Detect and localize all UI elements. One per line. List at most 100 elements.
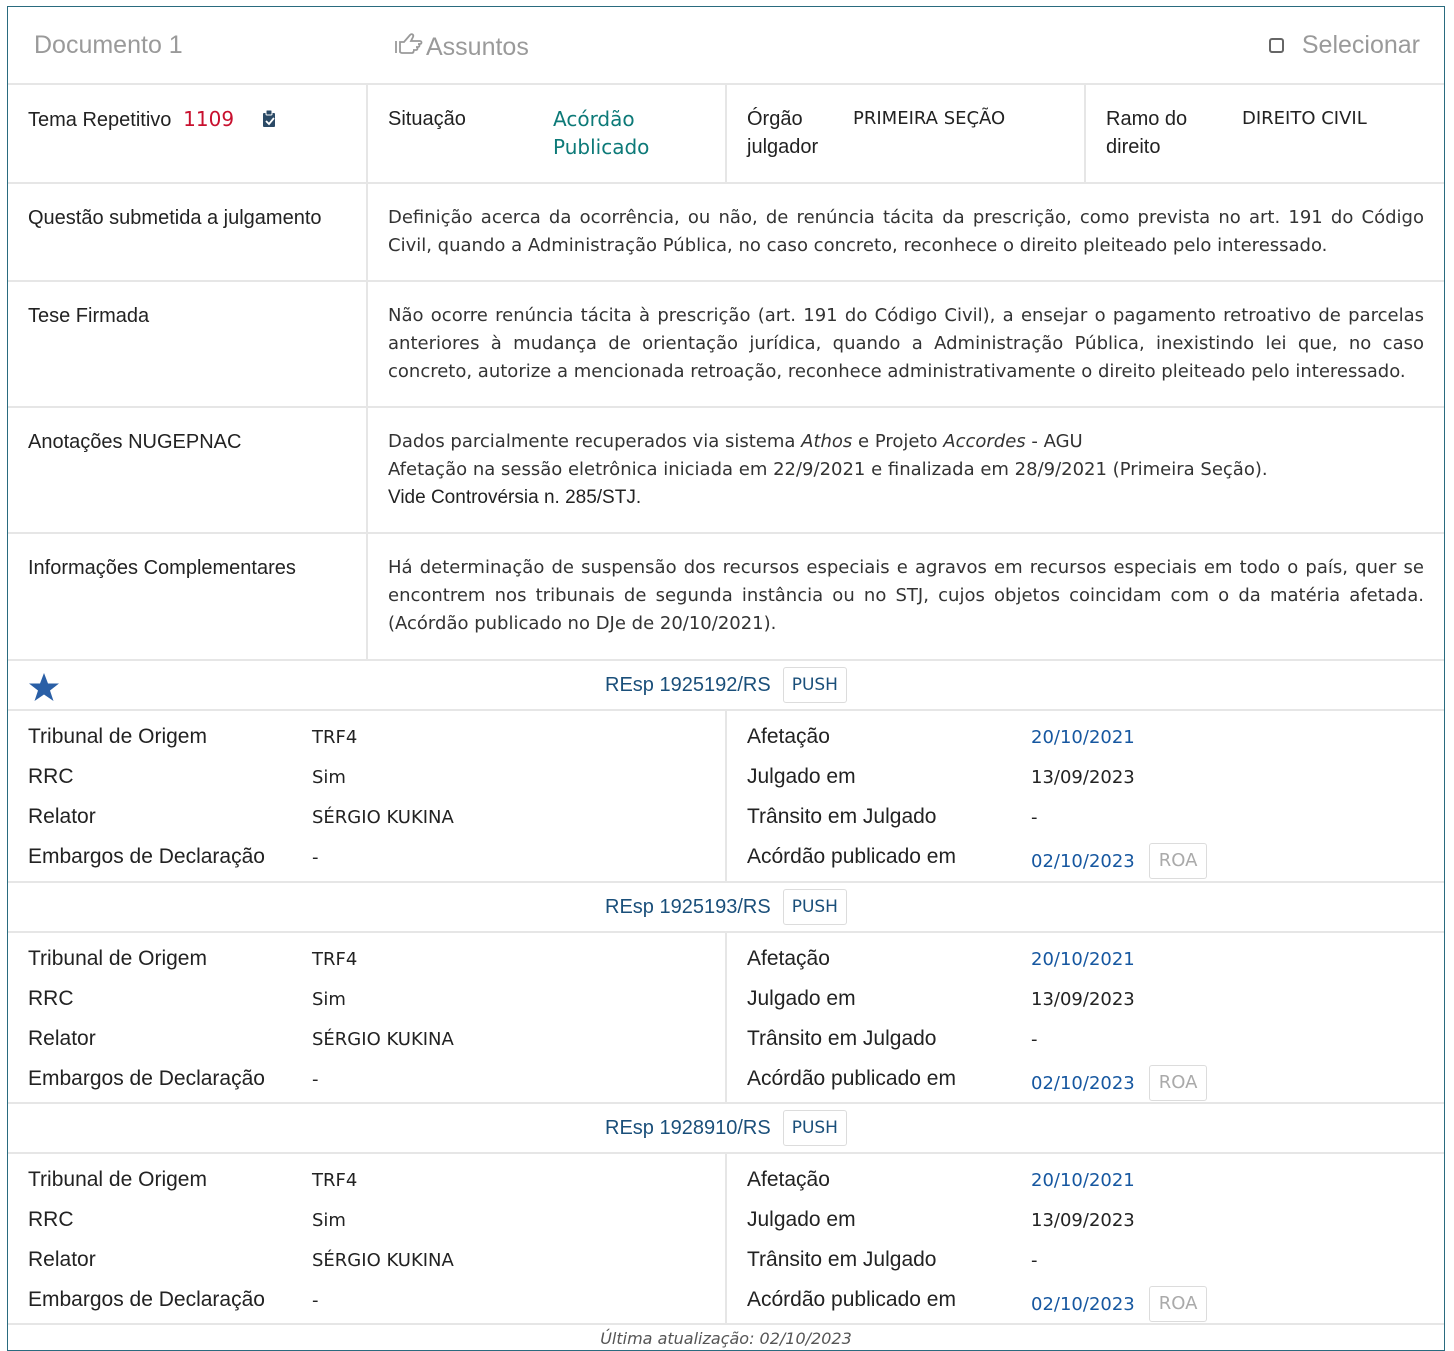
process-right-col: Afetação 20/10/2021 Julgado em 13/09/2023 … bbox=[727, 1154, 1444, 1323]
select-toggle[interactable]: Selecionar bbox=[1268, 31, 1420, 60]
questao-label: Questão submetida a julgamento bbox=[28, 207, 322, 229]
transito-value: - bbox=[1031, 1249, 1038, 1271]
rrc-value: Sim bbox=[312, 988, 346, 1010]
ramo-label-line1: Ramo do bbox=[1106, 108, 1188, 130]
tese-label: Tese Firmada bbox=[28, 305, 150, 327]
roa-button[interactable]: ROA bbox=[1148, 1286, 1208, 1322]
tribunal-value: TRF4 bbox=[312, 726, 358, 748]
hand-pointer-icon bbox=[394, 31, 424, 64]
tema-number: 1109 bbox=[183, 107, 235, 131]
questao-text: Definição acerca da ocorrência, ou não, … bbox=[388, 207, 1424, 256]
acordao-row: Acórdão publicado em 02/10/2023 ROA bbox=[747, 1059, 1424, 1101]
anotacoes-line1-post: - AGU bbox=[1025, 431, 1083, 452]
orgao-label: Órgão julgador bbox=[747, 105, 853, 182]
julgado-value: 13/09/2023 bbox=[1031, 988, 1135, 1010]
orgao-label-line1: Órgão bbox=[747, 108, 803, 130]
anotacoes-label: Anotações NUGEPNAC bbox=[28, 431, 242, 453]
select-checkbox[interactable] bbox=[1268, 38, 1284, 53]
relator-value: SÉRGIO KUKINA bbox=[312, 1249, 454, 1271]
afetacao-link[interactable]: 20/10/2021 bbox=[1031, 1170, 1135, 1191]
process-header: REsp 1925192/RS PUSH bbox=[8, 661, 1444, 711]
controversia-link[interactable]: Vide Controvérsia n. 285/STJ. bbox=[388, 484, 1424, 512]
rrc-label: RRC bbox=[28, 987, 74, 1010]
assuntos-label: Assuntos bbox=[426, 33, 529, 61]
process-details: Tribunal de Origem TRF4 RRC Sim Relator SÉR… bbox=[8, 933, 1444, 1104]
embargos-row: Embargos de Declaração - bbox=[28, 1280, 705, 1320]
anotacoes-line1-mid: e Projeto bbox=[852, 431, 944, 452]
roa-button[interactable]: ROA bbox=[1148, 1065, 1208, 1101]
process-right-col: Afetação 20/10/2021 Julgado em 13/09/2023 … bbox=[727, 711, 1444, 881]
process-right-col: Afetação 20/10/2021 Julgado em 13/09/2023 … bbox=[727, 933, 1444, 1102]
tribunal-row: Tribunal de Origem TRF4 bbox=[28, 939, 705, 979]
embargos-row: Embargos de Declaração - bbox=[28, 1059, 705, 1099]
situacao-label: Situação bbox=[388, 108, 466, 130]
situacao-value: Acórdão Publicado bbox=[553, 105, 649, 182]
anotacoes-text: Dados parcialmente recuperados via siste… bbox=[368, 408, 1444, 532]
info-text: Há determinação de suspensão dos recurso… bbox=[388, 557, 1424, 634]
process-title[interactable]: REsp 1925193/RS bbox=[605, 896, 771, 919]
situacao-value-line2: Publicado bbox=[553, 135, 650, 159]
questao-row: Questão submetida a julgamento Definição… bbox=[8, 184, 1444, 282]
transito-value: - bbox=[1031, 806, 1038, 828]
push-button[interactable]: PUSH bbox=[782, 889, 847, 925]
transito-label: Trânsito em Julgado bbox=[747, 1248, 937, 1271]
orgao-value: PRIMEIRA SEÇÃO bbox=[853, 108, 1006, 129]
anotacoes-label-cell: Anotações NUGEPNAC bbox=[8, 408, 368, 532]
afetacao-link[interactable]: 20/10/2021 bbox=[1031, 949, 1135, 970]
rrc-row: RRC Sim bbox=[28, 979, 705, 1019]
ramo-cell: Ramo do direito DIREITO CIVIL bbox=[1086, 85, 1444, 182]
clipboard-icon[interactable] bbox=[260, 109, 278, 138]
select-label: Selecionar bbox=[1301, 31, 1420, 59]
process-header: REsp 1925193/RS PUSH bbox=[8, 883, 1444, 933]
summary-row: Tema Repetitivo 1109 Situação Acórdão Pu… bbox=[8, 85, 1444, 184]
document-card: Documento 1 Assuntos Selecionar Tema Rep… bbox=[7, 6, 1445, 1351]
rrc-row: RRC Sim bbox=[28, 757, 705, 797]
julgado-label: Julgado em bbox=[747, 987, 856, 1010]
acordao-link[interactable]: 02/10/2023 bbox=[1031, 1073, 1135, 1094]
star-icon[interactable] bbox=[28, 671, 60, 703]
assuntos-button[interactable]: Assuntos bbox=[394, 31, 529, 64]
transito-row: Trânsito em Julgado - bbox=[747, 1019, 1424, 1059]
anotacoes-row: Anotações NUGEPNAC Dados parcialmente re… bbox=[8, 408, 1444, 534]
acordao-row: Acórdão publicado em 02/10/2023 ROA bbox=[747, 1280, 1424, 1322]
process-left-col: Tribunal de Origem TRF4 RRC Sim Relator SÉR… bbox=[8, 1154, 727, 1323]
julgado-row: Julgado em 13/09/2023 bbox=[747, 1200, 1424, 1240]
orgao-label-line2: julgador bbox=[747, 136, 819, 158]
acordao-label: Acórdão publicado em bbox=[747, 1067, 956, 1090]
process-left-col: Tribunal de Origem TRF4 RRC Sim Relator SÉR… bbox=[8, 711, 727, 881]
relator-label: Relator bbox=[28, 1248, 96, 1271]
afetacao-link[interactable]: 20/10/2021 bbox=[1031, 727, 1135, 748]
process-title[interactable]: REsp 1925192/RS bbox=[605, 674, 771, 697]
embargos-label: Embargos de Declaração bbox=[28, 1288, 265, 1311]
document-title: Documento 1 bbox=[34, 31, 183, 59]
tribunal-label: Tribunal de Origem bbox=[28, 1168, 207, 1191]
accordes-text: Accordes bbox=[943, 431, 1026, 452]
acordao-link[interactable]: 02/10/2023 bbox=[1031, 1294, 1135, 1315]
rrc-value: Sim bbox=[312, 766, 346, 788]
acordao-link[interactable]: 02/10/2023 bbox=[1031, 851, 1135, 872]
julgado-value: 13/09/2023 bbox=[1031, 1209, 1135, 1231]
relator-value: SÉRGIO KUKINA bbox=[312, 1028, 454, 1050]
push-button[interactable]: PUSH bbox=[782, 1110, 847, 1146]
julgado-row: Julgado em 13/09/2023 bbox=[747, 757, 1424, 797]
embargos-label: Embargos de Declaração bbox=[28, 845, 265, 868]
tese-label-cell: Tese Firmada bbox=[8, 282, 368, 406]
relator-label: Relator bbox=[28, 805, 96, 828]
info-row: Informações Complementares Há determinaç… bbox=[8, 534, 1444, 661]
process-details: Tribunal de Origem TRF4 RRC Sim Relator SÉR… bbox=[8, 1154, 1444, 1325]
roa-button[interactable]: ROA bbox=[1148, 843, 1208, 879]
push-button[interactable]: PUSH bbox=[782, 667, 847, 703]
process-title[interactable]: REsp 1928910/RS bbox=[605, 1117, 771, 1140]
process-details: Tribunal de Origem TRF4 RRC Sim Relator SÉR… bbox=[8, 711, 1444, 883]
embargos-value: - bbox=[312, 1068, 319, 1090]
acordao-label: Acórdão publicado em bbox=[747, 1288, 956, 1311]
tribunal-value: TRF4 bbox=[312, 1169, 358, 1191]
ramo-value: DIREITO CIVIL bbox=[1242, 108, 1367, 129]
anotacoes-line2: Afetação na sessão eletrônica iniciada e… bbox=[388, 459, 1268, 480]
transito-row: Trânsito em Julgado - bbox=[747, 1240, 1424, 1280]
julgado-value: 13/09/2023 bbox=[1031, 766, 1135, 788]
transito-row: Trânsito em Julgado - bbox=[747, 797, 1424, 837]
afetacao-row: Afetação 20/10/2021 bbox=[747, 939, 1424, 979]
tema-label: Tema Repetitivo bbox=[28, 109, 172, 131]
relator-row: Relator SÉRGIO KUKINA bbox=[28, 1240, 705, 1280]
